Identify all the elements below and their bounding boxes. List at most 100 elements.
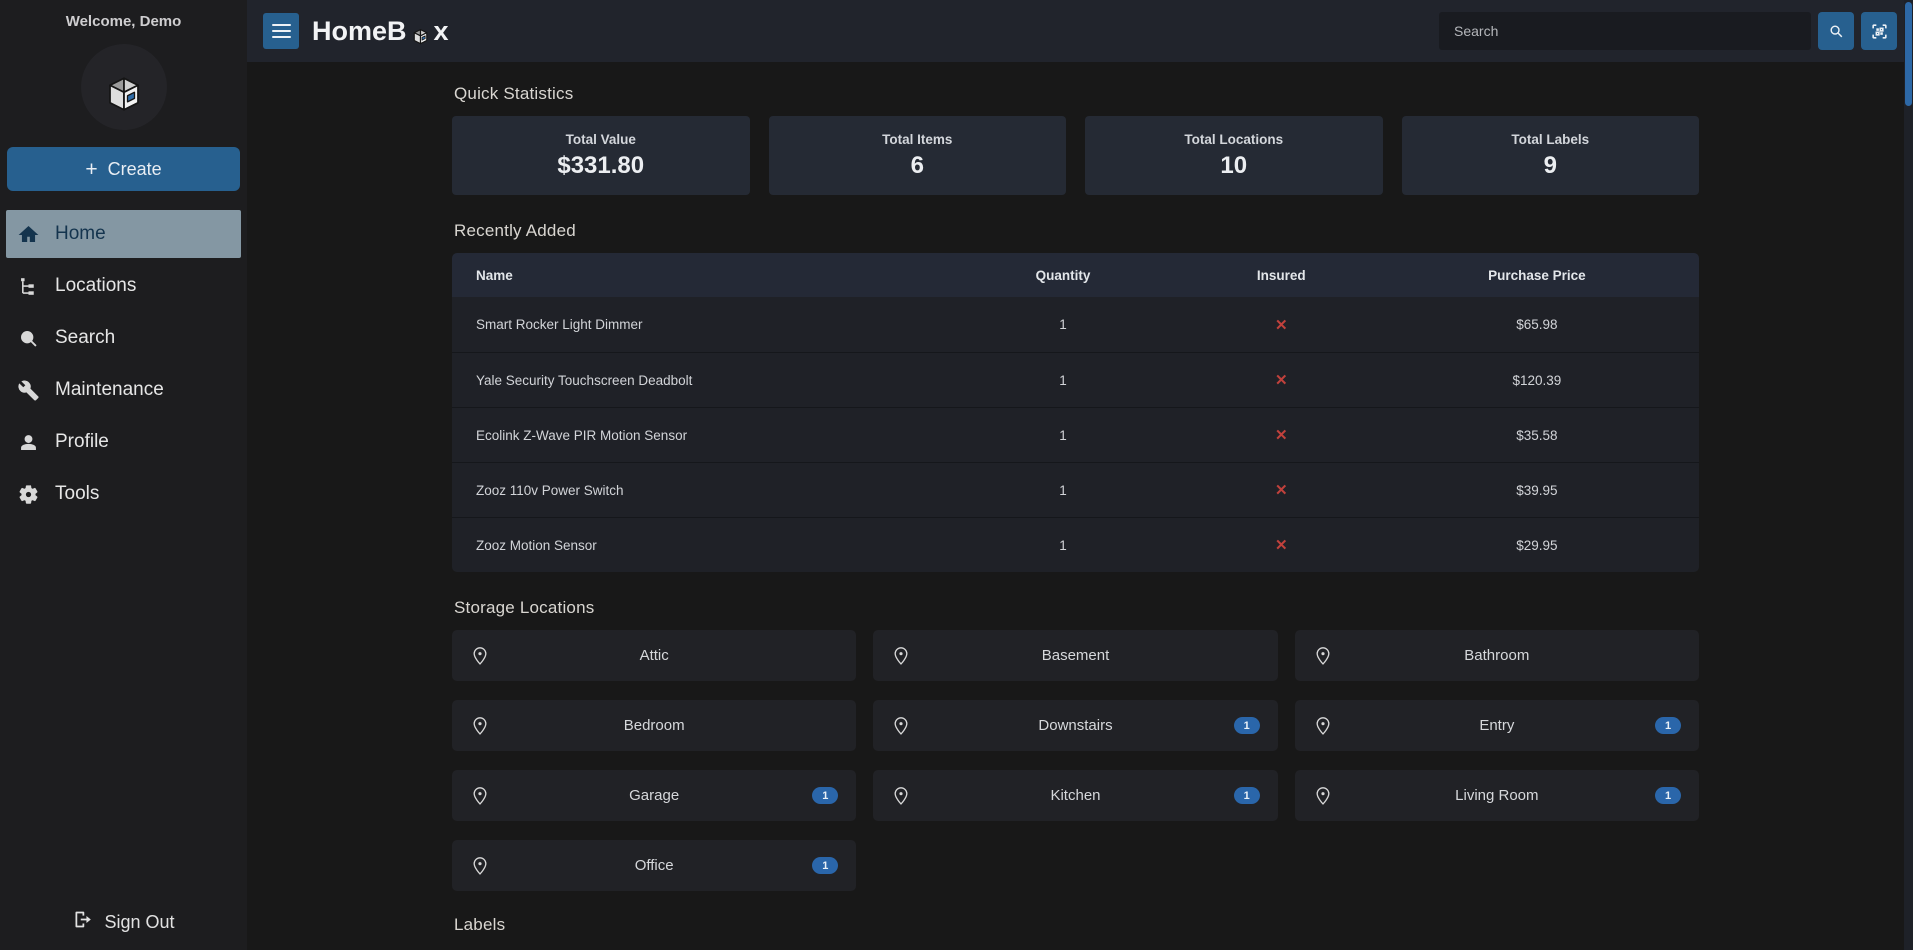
main-content: Quick Statistics Total Value$331.80Total… [247, 62, 1904, 950]
person-icon [18, 432, 39, 453]
scrollbar-thumb[interactable] [1905, 2, 1912, 106]
sidebar-item-locations[interactable]: Locations [6, 262, 241, 310]
item-quantity: 1 [938, 517, 1187, 572]
map-pin-icon [1313, 646, 1333, 666]
stat-value: 10 [1220, 152, 1247, 180]
table-row[interactable]: Yale Security Touchscreen Deadbolt1✕$120… [452, 352, 1699, 407]
sidebar-item-label: Tools [55, 483, 99, 505]
menu-button[interactable] [263, 13, 299, 49]
sidebar: Welcome, Demo + Create HomeLocations Sear… [0, 0, 247, 950]
location-name: Downstairs [873, 717, 1277, 734]
table-row[interactable]: Ecolink Z-Wave PIR Motion Sensor1✕$35.58 [452, 407, 1699, 462]
item-quantity: 1 [938, 462, 1187, 517]
column-header-name: Name [452, 253, 938, 297]
item-name: Smart Rocker Light Dimmer [452, 297, 938, 352]
app-title-prefix: HomeB [312, 16, 407, 47]
stat-value: 6 [911, 152, 924, 180]
item-quantity: 1 [938, 407, 1187, 462]
item-name: Yale Security Touchscreen Deadbolt [452, 352, 938, 407]
item-quantity: 1 [938, 352, 1187, 407]
stat-card-total-labels: Total Labels 9 [1402, 116, 1700, 195]
map-pin-icon [891, 716, 911, 736]
sidebar-item-home[interactable]: Home [6, 210, 241, 258]
quick-statistics-heading: Quick Statistics [454, 84, 1699, 104]
map-pin-icon [1313, 786, 1333, 806]
stat-value: 9 [1544, 152, 1557, 180]
location-name: Garage [452, 787, 856, 804]
sidebar-item-tools[interactable]: Tools [6, 470, 241, 518]
sidebar-nav: HomeLocations Search Maintenance Profile Too… [0, 210, 247, 518]
page-scrollbar[interactable] [1904, 0, 1913, 950]
search-icon [18, 328, 39, 349]
stats-row: Total Value$331.80Total Items6Total Loca… [452, 116, 1699, 195]
item-name: Ecolink Z-Wave PIR Motion Sensor [452, 407, 938, 462]
item-name: Zooz Motion Sensor [452, 517, 938, 572]
item-insured: ✕ [1188, 407, 1375, 462]
storage-locations-grid: AtticBasementBathroomBedroomDownstairs1E… [452, 630, 1699, 891]
create-button-label: Create [108, 159, 162, 180]
location-card-bedroom[interactable]: Bedroom [452, 700, 856, 751]
table-row[interactable]: Zooz Motion Sensor1✕$29.95 [452, 517, 1699, 572]
table-row[interactable]: Zooz 110v Power Switch1✕$39.95 [452, 462, 1699, 517]
item-purchase-price: $65.98 [1375, 297, 1699, 352]
storage-locations-heading: Storage Locations [454, 598, 1699, 618]
location-card-garage[interactable]: Garage1 [452, 770, 856, 821]
item-quantity: 1 [938, 297, 1187, 352]
app-title: HomeB x [312, 16, 449, 47]
location-name: Office [452, 857, 856, 874]
not-insured-icon: ✕ [1275, 372, 1288, 389]
item-insured: ✕ [1188, 352, 1375, 407]
create-button[interactable]: + Create [7, 147, 240, 191]
sidebar-item-label: Maintenance [55, 379, 164, 401]
sidebar-item-maintenance[interactable]: Maintenance [6, 366, 241, 414]
search-input[interactable] [1439, 12, 1811, 50]
search-button[interactable] [1818, 12, 1854, 50]
location-card-downstairs[interactable]: Downstairs1 [873, 700, 1277, 751]
location-card-living-room[interactable]: Living Room1 [1295, 770, 1699, 821]
location-card-basement[interactable]: Basement [873, 630, 1277, 681]
wrench-icon [18, 380, 39, 401]
sidebar-item-label: Search [55, 327, 115, 349]
location-name: Living Room [1295, 787, 1699, 804]
home-icon [18, 224, 39, 245]
location-card-entry[interactable]: Entry1 [1295, 700, 1699, 751]
location-card-bathroom[interactable]: Bathroom [1295, 630, 1699, 681]
sidebar-item-profile[interactable]: Profile [6, 418, 241, 466]
item-purchase-price: $35.58 [1375, 407, 1699, 462]
app-window: Welcome, Demo + Create HomeLocations Sear… [0, 0, 1913, 950]
location-card-office[interactable]: Office1 [452, 840, 856, 891]
item-insured: ✕ [1188, 517, 1375, 572]
location-count-badge: 1 [812, 787, 838, 804]
location-name: Bedroom [452, 717, 856, 734]
location-name: Entry [1295, 717, 1699, 734]
map-pin-icon [891, 786, 911, 806]
stat-card-total-value: Total Value$331.80 [452, 116, 750, 195]
labels-heading: Labels [454, 915, 1699, 935]
plus-icon: + [85, 159, 97, 180]
map-pin-icon [1313, 716, 1333, 736]
location-count-badge: 1 [1655, 717, 1681, 734]
item-purchase-price: $39.95 [1375, 462, 1699, 517]
column-header-purchase-price: Purchase Price [1375, 253, 1699, 297]
stat-label: Total Value [566, 132, 636, 147]
sign-out-icon [72, 909, 93, 935]
welcome-text: Welcome, Demo [66, 13, 182, 30]
stat-card-total-locations: Total Locations10 [1085, 116, 1383, 195]
stat-label: Total Labels [1511, 132, 1589, 147]
box-brand-icon [408, 21, 433, 46]
item-insured: ✕ [1188, 462, 1375, 517]
tree-icon [18, 276, 39, 297]
item-insured: ✕ [1188, 297, 1375, 352]
not-insured-icon: ✕ [1275, 482, 1288, 499]
location-name: Attic [452, 647, 856, 664]
sign-out-button[interactable]: Sign Out [72, 909, 174, 935]
location-card-kitchen[interactable]: Kitchen1 [873, 770, 1277, 821]
table-row[interactable]: Smart Rocker Light Dimmer1✕$65.98 [452, 297, 1699, 352]
qr-scan-button[interactable] [1861, 12, 1897, 50]
recently-added-heading: Recently Added [454, 221, 1699, 241]
location-name: Kitchen [873, 787, 1277, 804]
location-card-attic[interactable]: Attic [452, 630, 856, 681]
map-pin-icon [470, 786, 490, 806]
sidebar-item-search[interactable]: Search [6, 314, 241, 362]
sidebar-item-label: Profile [55, 431, 109, 453]
